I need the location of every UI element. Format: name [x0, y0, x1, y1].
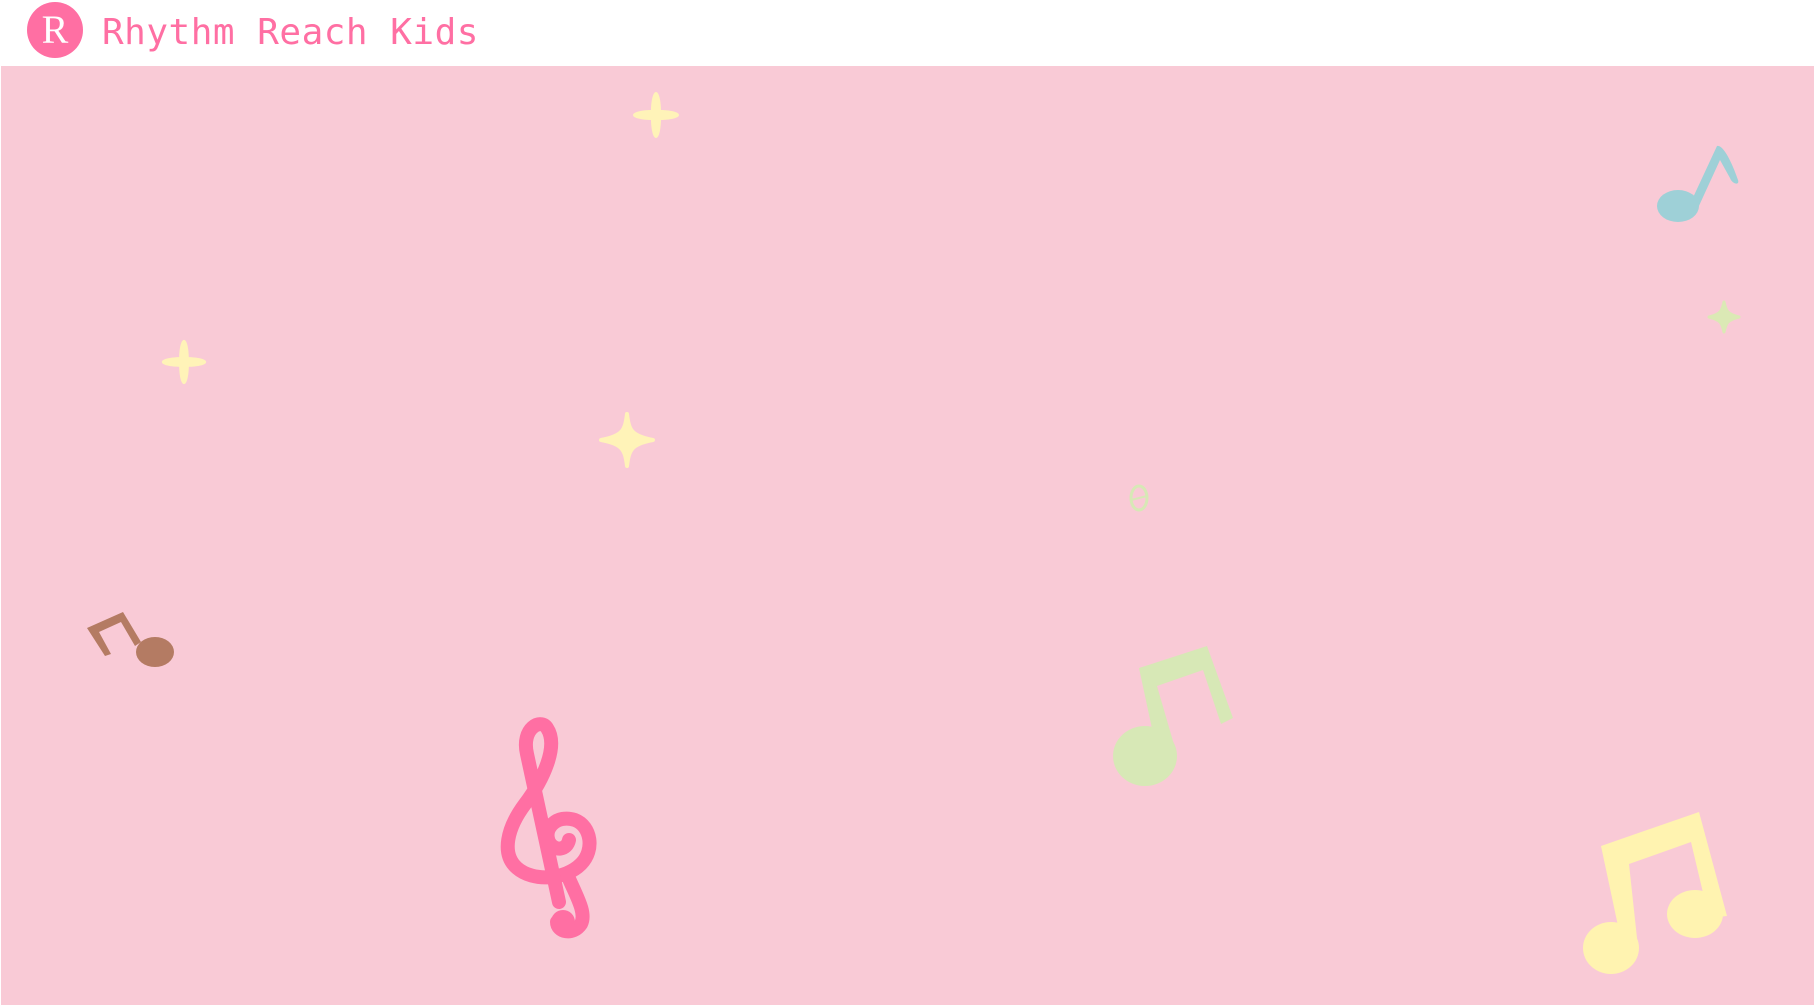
eighth-note-icon [1657, 145, 1739, 222]
app-header: R Rhythm Reach Kids [0, 0, 1816, 66]
game-stage[interactable] [1, 66, 1814, 1005]
treble-clef-icon [500, 717, 597, 939]
sparkle-icon [599, 412, 655, 468]
logo-letter: R [41, 7, 69, 52]
logo-badge[interactable]: R [27, 2, 83, 58]
sparkle-icon [161, 339, 207, 385]
beamed-notes-icon [1583, 812, 1727, 974]
whole-note-icon [1129, 484, 1149, 512]
brand-name[interactable]: Rhythm Reach Kids [102, 12, 479, 53]
sparkle-icon [633, 92, 679, 138]
eighth-note-icon [87, 612, 174, 667]
eighth-note-icon [1113, 646, 1233, 786]
sparkle-icon [1707, 300, 1741, 334]
